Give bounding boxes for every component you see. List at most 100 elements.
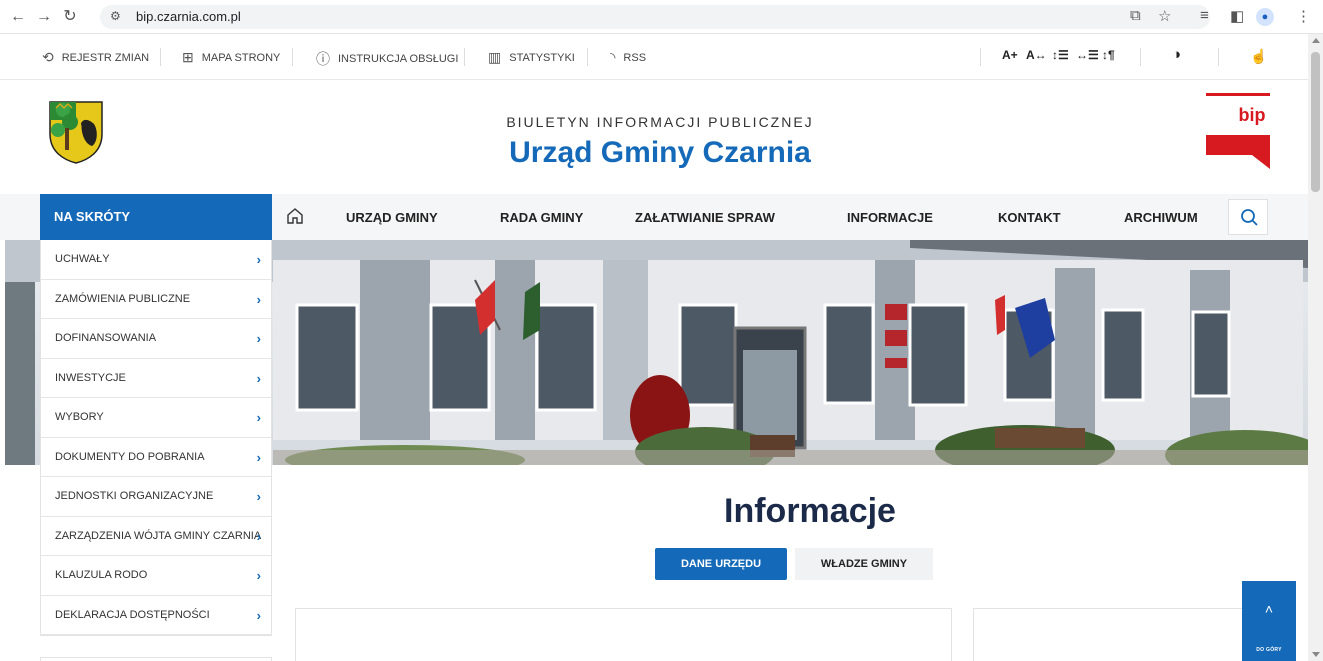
- menu-dots-icon[interactable]: ⋮: [1296, 7, 1311, 25]
- sidebar-item-label: DOFINANSOWANIA: [55, 332, 157, 344]
- chevron-right-icon: ›: [256, 291, 261, 307]
- divider: [980, 48, 981, 66]
- bip-logo[interactable]: bip: [1206, 93, 1270, 169]
- chevron-right-icon: ›: [256, 449, 261, 465]
- scroll-down-arrow-icon[interactable]: [1312, 652, 1320, 657]
- chevron-right-icon: ›: [256, 489, 261, 504]
- sitemap-icon: ⊞: [182, 49, 194, 65]
- reading-list-icon[interactable]: ≡: [1200, 7, 1209, 24]
- utility-bar: ⟲ REJESTR ZMIAN ⊞ MAPA STRONY ⓘ INSTRUKC…: [0, 34, 1308, 80]
- util-rss[interactable]: ◝ RSS: [610, 49, 646, 66]
- chevron-right-icon: ›: [256, 607, 261, 623]
- nav-rada-gminy[interactable]: RADA GMINY: [500, 210, 583, 225]
- address-bar[interactable]: ⚙ bip.czarnia.com.pl: [100, 5, 1210, 29]
- divider: [1140, 48, 1141, 66]
- sidebar-item-label: DEKLARACJA DOSTĘPNOŚCI: [55, 608, 210, 621]
- sidebar-item-label: INWESTYCJE: [55, 371, 126, 384]
- nav-zalatwianie-spraw[interactable]: ZAŁATWIANIE SPRAW: [635, 210, 775, 225]
- forward-arrow-icon[interactable]: →: [34, 7, 54, 27]
- site-header: BIULETYN INFORMACJI PUBLICZNEJ Urząd Gmi…: [0, 80, 1308, 194]
- sidebar-item-wybory[interactable]: WYBORY ›: [41, 398, 271, 438]
- chevron-right-icon: ›: [256, 528, 261, 544]
- util-label: INSTRUKCJA OBSŁUGI: [338, 53, 459, 65]
- nav-kontakt[interactable]: KONTAKT: [998, 210, 1061, 225]
- cast-icon[interactable]: ⧉: [1130, 7, 1141, 24]
- word-spacing-button[interactable]: ↔☰: [1076, 48, 1099, 62]
- chart-icon: ▥: [488, 49, 502, 65]
- chevron-right-icon: ›: [256, 252, 261, 267]
- sidebar-item-klauzula-rodo[interactable]: KLAUZULA RODO ›: [41, 556, 271, 596]
- sidebar-item-inwestycje[interactable]: INWESTYCJE ›: [41, 359, 271, 398]
- home-icon[interactable]: [285, 206, 305, 226]
- reload-icon[interactable]: ↻: [60, 7, 80, 27]
- chevron-right-icon: ›: [256, 370, 261, 386]
- site-title[interactable]: Urząd Gminy Czarnia: [0, 136, 1320, 170]
- util-label: MAPA STRONY: [201, 51, 281, 64]
- site-settings-icon[interactable]: ⚙: [110, 9, 121, 23]
- font-larger-button[interactable]: A+: [1002, 48, 1018, 62]
- tab-wladze-gminy[interactable]: WŁADZE GMINY: [795, 548, 933, 580]
- util-mapa-strony[interactable]: ⊞ MAPA STRONY: [182, 49, 280, 66]
- search-button[interactable]: [1228, 199, 1268, 235]
- divider: [160, 48, 161, 66]
- chevron-right-icon: ›: [256, 331, 261, 346]
- letter-spacing-button[interactable]: A↔: [1026, 48, 1047, 62]
- chevron-up-icon: ˄: [1264, 601, 1274, 617]
- site-subtitle: BIULETYN INFORMACJI PUBLICZNEJ: [506, 114, 814, 130]
- paragraph-spacing-button[interactable]: ↕¶: [1102, 48, 1115, 62]
- tab-dane-urzedu[interactable]: DANE URZĘDU: [655, 548, 787, 580]
- main-navigation: NA SKRÓTY URZĄD GMINY RADA GMINY ZAŁATWI…: [0, 194, 1308, 240]
- chevron-right-icon: ›: [256, 410, 261, 425]
- nav-urzad-gminy[interactable]: URZĄD GMINY: [346, 210, 438, 225]
- profile-avatar-icon[interactable]: ●: [1256, 8, 1274, 26]
- util-label: RSS: [623, 51, 647, 64]
- sidebar-item-dokumenty[interactable]: DOKUMENTY DO POBRANIA ›: [41, 438, 271, 477]
- bip-logo-text: bip: [1239, 105, 1266, 125]
- sidebar-item-zarzadzenia[interactable]: ZARZĄDZENIA WÓJTA GMINY CZARNIA ›: [41, 517, 271, 556]
- divider: [464, 48, 465, 66]
- util-label: STATYSTYKI: [509, 51, 575, 64]
- sidebar-item-label: ZARZĄDZENIA WÓJTA GMINY CZARNIA: [55, 529, 262, 542]
- back-to-top-label: DO GÓRY: [1256, 647, 1282, 653]
- sidebar-item-label: UCHWAŁY: [55, 253, 110, 265]
- sidebar-item-label: JEDNOSTKI ORGANIZACYJNE: [55, 490, 214, 502]
- util-rejestr-zmian[interactable]: ⟲ REJESTR ZMIAN: [42, 49, 149, 66]
- sidebar-item-dofinansowania[interactable]: DOFINANSOWANIA ›: [41, 319, 271, 359]
- util-statystyki[interactable]: ▥ STATYSTYKI: [488, 49, 575, 66]
- sidebar-item-label: ZAMÓWIENIA PUBLICZNE: [55, 292, 191, 305]
- sidebar-item-uchwaly[interactable]: UCHWAŁY ›: [41, 240, 271, 280]
- history-icon: ⟲: [42, 49, 54, 65]
- line-height-button[interactable]: ↕☰: [1052, 48, 1069, 62]
- sidebar-item-jednostki[interactable]: JEDNOSTKI ORGANIZACYJNE ›: [41, 477, 271, 517]
- sidebar-item-zamowienia-publiczne[interactable]: ZAMÓWIENIA PUBLICZNE ›: [41, 280, 271, 319]
- chevron-right-icon: ›: [256, 568, 261, 583]
- util-instrukcja[interactable]: ⓘ INSTRUKCJA OBSŁUGI: [316, 49, 458, 69]
- divider: [292, 48, 293, 66]
- util-label: REJESTR ZMIAN: [61, 51, 150, 64]
- side-panel-icon[interactable]: ◧: [1230, 7, 1244, 25]
- sidebar-item-label: DOKUMENTY DO POBRANIA: [55, 450, 205, 463]
- scroll-up-arrow-icon[interactable]: [1312, 38, 1320, 43]
- sidebar-item-deklaracja[interactable]: DEKLARACJA DOSTĘPNOŚCI ›: [41, 596, 271, 635]
- back-arrow-icon[interactable]: ←: [8, 7, 28, 27]
- nav-archiwum[interactable]: ARCHIWUM: [1124, 210, 1198, 225]
- help-icon: ⓘ: [316, 51, 330, 67]
- page-title: Informacje: [724, 492, 896, 530]
- content-card: [973, 608, 1273, 661]
- search-icon: [1241, 209, 1258, 226]
- sidebar-item-label: WYBORY: [55, 411, 104, 423]
- sidebar-item-label: KLAUZULA RODO: [55, 569, 148, 581]
- nav-informacje[interactable]: INFORMACJE: [847, 210, 933, 225]
- divider: [1218, 48, 1219, 66]
- bookmark-star-icon[interactable]: ☆: [1158, 7, 1171, 25]
- browser-toolbar: ← → ↻ ⚙ bip.czarnia.com.pl ⧉ ☆ ≡ ◧ ● ⋮: [0, 0, 1323, 34]
- sidebar-next-box: [40, 657, 272, 661]
- shortcuts-menu: UCHWAŁY › ZAMÓWIENIA PUBLICZNE › DOFINAN…: [40, 240, 272, 636]
- contrast-icon[interactable]: ◑: [1172, 46, 1181, 63]
- shortcuts-heading: NA SKRÓTY: [40, 194, 272, 240]
- url-text: bip.czarnia.com.pl: [136, 9, 241, 24]
- rss-icon: ◝: [610, 49, 616, 65]
- back-to-top-button[interactable]: ˄ DO GÓRY: [1242, 581, 1296, 661]
- divider: [587, 48, 588, 66]
- sign-language-icon[interactable]: ☝: [1250, 48, 1267, 65]
